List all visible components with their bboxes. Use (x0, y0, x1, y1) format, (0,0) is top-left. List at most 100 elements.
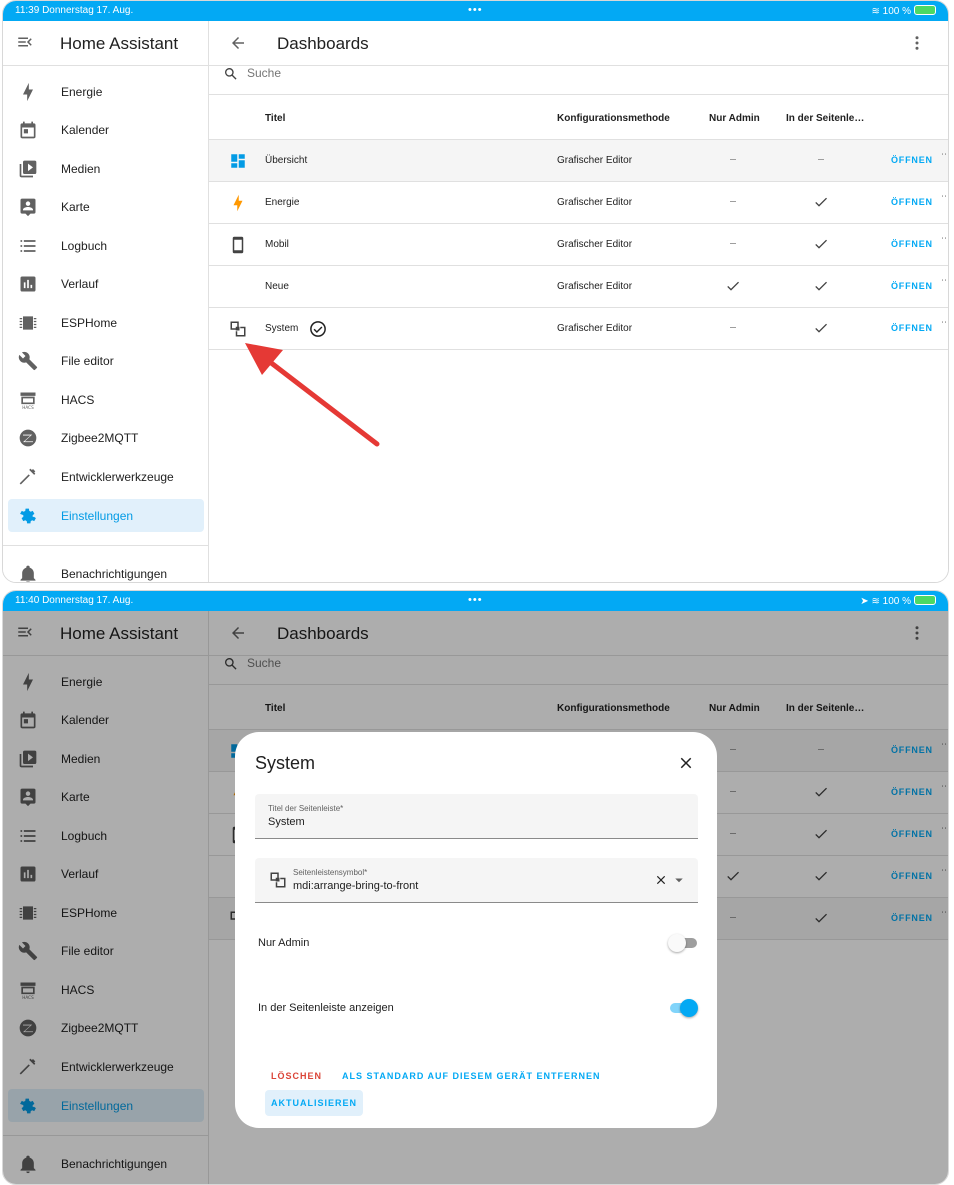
column-header-method[interactable]: Konfigurationsmethode (557, 113, 670, 124)
delete-button[interactable]: LÖSCHEN (265, 1065, 328, 1087)
sidebar-item-energie[interactable]: Energie (8, 75, 204, 108)
search-input[interactable] (247, 66, 547, 80)
row-title: System (265, 323, 299, 334)
row-method: Grafischer Editor (557, 197, 633, 208)
hacs-icon (18, 390, 38, 410)
close-icon[interactable] (677, 754, 695, 772)
status-time: 11:39 Donnerstag 17. Aug. (15, 5, 134, 16)
sidebar-item-esphome[interactable]: ESPHome (8, 306, 204, 339)
field-label: Seitenleistensymbol* (293, 868, 368, 877)
format-list-bulleted-icon (18, 236, 38, 256)
sidebar: Home Assistant Energie Kalender Medien K… (3, 21, 209, 582)
status-time: 11:40 Donnerstag 17. Aug. (15, 595, 134, 606)
lightning-bolt-icon (229, 194, 247, 212)
sidebar-item-label: File editor (61, 354, 114, 368)
cog-icon (18, 506, 38, 526)
show-in-sidebar-label: In der Seitenleiste anzeigen (258, 1002, 394, 1014)
sidebar-item-kalender[interactable]: Kalender (8, 113, 204, 146)
table-row[interactable]: Energie Grafischer Editor ÖFFNEN ⋯ (209, 182, 948, 224)
admin-empty (725, 320, 741, 336)
sidebar-item-medien[interactable]: Medien (8, 152, 204, 185)
page-title: Dashboards (277, 34, 369, 53)
sidebar-item-notifications[interactable]: Benachrichtigungen (8, 557, 204, 583)
status-right: ➤ ≋ 100 % (860, 595, 936, 607)
table-row[interactable]: Übersicht Grafischer Editor ÖFFNEN ⋯ (209, 140, 948, 182)
bell-icon (18, 564, 38, 583)
sidebar-item-logbuch[interactable]: Logbuch (8, 229, 204, 262)
sidebar-item-zigbee2mqtt[interactable]: Zigbee2MQTT (8, 421, 204, 454)
admin-empty (725, 236, 741, 252)
search-icon (223, 66, 239, 82)
sidebar-item-label: Energie (61, 85, 103, 99)
sidebar-item-karte[interactable]: Karte (8, 190, 204, 223)
row-method: Grafischer Editor (557, 155, 633, 166)
show-in-sidebar-toggle[interactable] (668, 999, 698, 1017)
arrange-bring-to-front-icon (229, 320, 247, 338)
battery-percent: 100 % (882, 6, 911, 17)
open-button[interactable]: ÖFFNEN (891, 197, 933, 207)
clear-icon[interactable] (654, 873, 668, 887)
field-label: Titel der Seitenleiste* (268, 804, 344, 813)
sidebar-title-field[interactable]: Titel der Seitenleiste* (255, 794, 698, 839)
admin-empty (725, 194, 741, 210)
sidebar-item-entwicklerwerkzeuge[interactable]: Entwicklerwerkzeuge (8, 460, 204, 493)
sidebar-item-label: Entwicklerwerkzeuge (61, 470, 174, 484)
check-circle-outline-icon (309, 320, 327, 338)
row-title: Mobil (265, 239, 289, 250)
sidebar-item-label: Medien (61, 162, 101, 176)
check-icon (725, 278, 741, 294)
row-more-icon[interactable]: ⋯ (941, 149, 948, 160)
admin-only-toggle[interactable] (668, 934, 698, 952)
open-button[interactable]: ÖFFNEN (891, 155, 933, 165)
open-button[interactable]: ÖFFNEN (891, 323, 933, 333)
remove-default-button[interactable]: ALS STANDARD AUF DIESEM GERÄT ENTFERNEN (336, 1065, 607, 1087)
sidebar-empty (813, 152, 829, 168)
dialog-title: System (255, 753, 316, 773)
screenshot-before: 11:39 Donnerstag 17. Aug. ••• ≋ 100 % Ho… (2, 0, 949, 583)
sidebar-item-einstellungen[interactable]: Einstellungen (8, 499, 204, 532)
wifi-icon: ≋ (871, 6, 880, 17)
row-title: Neue (265, 281, 289, 292)
more-vertical-icon[interactable] (908, 34, 926, 52)
row-title: Energie (265, 197, 300, 208)
admin-only-row: Nur Admin (258, 933, 698, 953)
show-in-sidebar-row: In der Seitenleiste anzeigen (258, 998, 698, 1018)
sidebar-item-label: Kalender (61, 123, 110, 137)
sidebar-item-file-editor[interactable]: File editor (8, 344, 204, 377)
open-button[interactable]: ÖFFNEN (891, 239, 933, 249)
column-header-admin[interactable]: Nur Admin (709, 113, 760, 124)
table-row[interactable]: System Grafischer Editor ÖFFNEN ⋯ (209, 308, 948, 350)
sidebar-item-verlauf[interactable]: Verlauf (8, 267, 204, 300)
admin-empty (725, 152, 741, 168)
sidebar-title-input[interactable] (268, 816, 668, 828)
column-header-sidebar[interactable]: In der Seitenle… (786, 113, 864, 124)
menu-icon[interactable] (16, 33, 34, 51)
row-more-icon[interactable]: ⋯ (941, 191, 948, 202)
status-bar: 11:40 Donnerstag 17. Aug. ••• ➤ ≋ 100 % (3, 591, 948, 611)
sidebar-item-label: Zigbee2MQTT (61, 431, 139, 445)
row-method: Grafischer Editor (557, 323, 633, 334)
sidebar-icon-input[interactable] (293, 880, 633, 892)
column-header-title[interactable]: Titel (265, 113, 285, 124)
hammer-icon (18, 467, 38, 487)
update-button[interactable]: AKTUALISIEREN (265, 1090, 364, 1116)
sidebar-item-label: Verlauf (61, 277, 99, 291)
row-more-icon[interactable]: ⋯ (941, 233, 948, 244)
play-box-multiple-icon (18, 159, 38, 179)
status-right: ≋ 100 % (871, 5, 936, 17)
map-account-icon (18, 197, 38, 217)
wifi-icon: ≋ (871, 596, 880, 607)
row-more-icon[interactable]: ⋯ (941, 317, 948, 328)
sidebar-icon-field[interactable]: Seitenleistensymbol* (255, 858, 698, 903)
multitask-dots-icon: ••• (468, 594, 483, 606)
row-more-icon[interactable]: ⋯ (941, 275, 948, 286)
back-arrow-icon[interactable] (229, 34, 247, 52)
multitask-dots-icon: ••• (468, 4, 483, 16)
table-row[interactable]: Mobil Grafischer Editor ÖFFNEN ⋯ (209, 224, 948, 266)
table-row[interactable]: Neue Grafischer Editor ÖFFNEN ⋯ (209, 266, 948, 308)
sidebar-header: Home Assistant (3, 21, 208, 66)
chevron-down-icon[interactable] (670, 871, 688, 889)
sidebar-item-hacs[interactable]: HACS (8, 383, 204, 416)
open-button[interactable]: ÖFFNEN (891, 281, 933, 291)
row-title: Übersicht (265, 155, 308, 166)
